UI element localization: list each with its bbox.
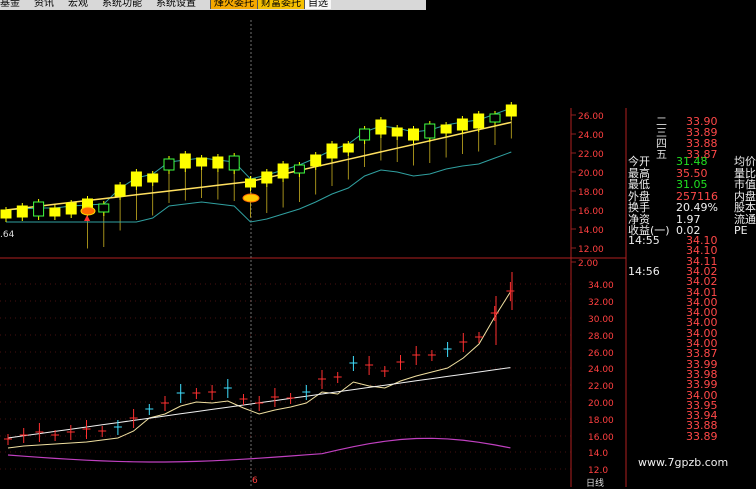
candle-body xyxy=(375,119,387,135)
axis-label: 34.00 xyxy=(588,281,614,291)
menu-bar: 基金 资讯 宏观 系统功能 系统设置 烽火委托 财富委托 自选 xyxy=(0,0,426,10)
quote-panel: 二 33.90 三 33.89 四 33.88 五 33.87 今开 31.48 均… xyxy=(626,110,756,487)
axis-label: 26.00 xyxy=(588,349,614,359)
axis-label: 28.00 xyxy=(588,332,614,342)
caifu-trade-button[interactable]: 财富委托 xyxy=(257,0,304,9)
axis-label: 24.00 xyxy=(578,131,604,141)
tick-price: 33.89 xyxy=(686,429,718,443)
candle-body xyxy=(310,154,322,167)
axis-label: 16.00 xyxy=(588,433,614,443)
buy-signal-icon: ▲ xyxy=(80,206,96,222)
candle-body xyxy=(293,164,305,174)
candle-body xyxy=(391,127,403,137)
candle-body xyxy=(147,173,159,183)
candle-body xyxy=(359,128,371,141)
signal-icon xyxy=(242,193,260,203)
menu-item-fund[interactable]: 基金 xyxy=(0,0,34,9)
candle-body xyxy=(277,163,289,179)
candle-body xyxy=(473,113,485,129)
candle-body xyxy=(65,202,77,215)
menu-item-system-settings[interactable]: 系统设置 xyxy=(156,0,210,9)
candle-body xyxy=(245,178,256,188)
menu-item-news[interactable]: 资讯 xyxy=(34,0,68,9)
axis-label: 24.00 xyxy=(588,365,614,375)
menu-item-macro[interactable]: 宏观 xyxy=(68,0,102,9)
lower-axis-labels: 34.00 32.00 30.00 28.00 26.00 24.00 22.00 20.00… xyxy=(588,281,614,476)
axis-label: 18.00 xyxy=(588,416,614,426)
period-tag[interactable]: 日线 xyxy=(586,476,604,489)
axis-label: 14.00 xyxy=(578,226,604,236)
candle-body xyxy=(326,143,338,159)
upper-price-panel xyxy=(0,102,517,249)
fenghuo-trade-button[interactable]: 烽火委托 xyxy=(210,0,257,9)
ma-short-line xyxy=(7,291,511,449)
band-upper-line xyxy=(5,107,512,211)
sell-level-5-label: 五 xyxy=(656,148,667,161)
candle-body xyxy=(228,155,240,171)
candle-body xyxy=(424,123,436,139)
svg-text:▲: ▲ xyxy=(84,213,91,222)
candle-body xyxy=(342,143,354,153)
axis-label: 20.00 xyxy=(578,169,604,179)
low-price-label: .64 xyxy=(0,230,15,240)
axis-label: 2.00 xyxy=(578,259,598,269)
candle-body xyxy=(196,157,208,167)
candle-body xyxy=(98,203,110,213)
watermark: www.7gpzb.com xyxy=(638,456,729,469)
candle-body xyxy=(408,128,419,141)
axis-label: 22.00 xyxy=(588,382,614,392)
candle-body xyxy=(33,201,45,217)
candle-body xyxy=(114,184,126,197)
axis-label: 12.0 xyxy=(588,466,608,476)
lower-price-panel xyxy=(4,272,515,463)
candle-body xyxy=(16,205,28,218)
tick-time: 14:55 xyxy=(628,234,660,247)
candle-body xyxy=(130,171,142,187)
candle-body xyxy=(49,207,61,217)
axis-label: 30.00 xyxy=(588,315,614,325)
axis-label: 22.00 xyxy=(578,150,604,160)
axis-label: 18.00 xyxy=(578,188,604,198)
axis-label: 26.00 xyxy=(578,112,604,122)
axis-label: 20.00 xyxy=(588,399,614,409)
candle-body xyxy=(456,118,468,131)
watchlist-button[interactable]: 自选 xyxy=(304,0,331,9)
stat-label-2: PE xyxy=(734,224,748,237)
axis-label: 16.00 xyxy=(578,207,604,217)
axis-label: 14.0 xyxy=(588,449,608,459)
candle-body xyxy=(212,156,224,169)
upper-axis-labels: 26.00 24.00 22.00 20.00 18.00 16.00 14.00 12.00… xyxy=(578,112,604,269)
menu-item-system-functions[interactable]: 系统功能 xyxy=(102,0,156,9)
candle-body xyxy=(505,104,517,117)
candle-body xyxy=(179,153,191,169)
tick-time: 14:56 xyxy=(628,264,660,278)
candle-body xyxy=(489,113,501,123)
candle-body xyxy=(440,124,452,134)
date-marker: 6 xyxy=(252,476,258,486)
candle-body xyxy=(0,209,12,219)
candle-body xyxy=(261,171,273,184)
candle-body xyxy=(163,158,175,171)
axis-label: 32.00 xyxy=(588,298,614,308)
axis-label: 12.00 xyxy=(578,245,604,255)
